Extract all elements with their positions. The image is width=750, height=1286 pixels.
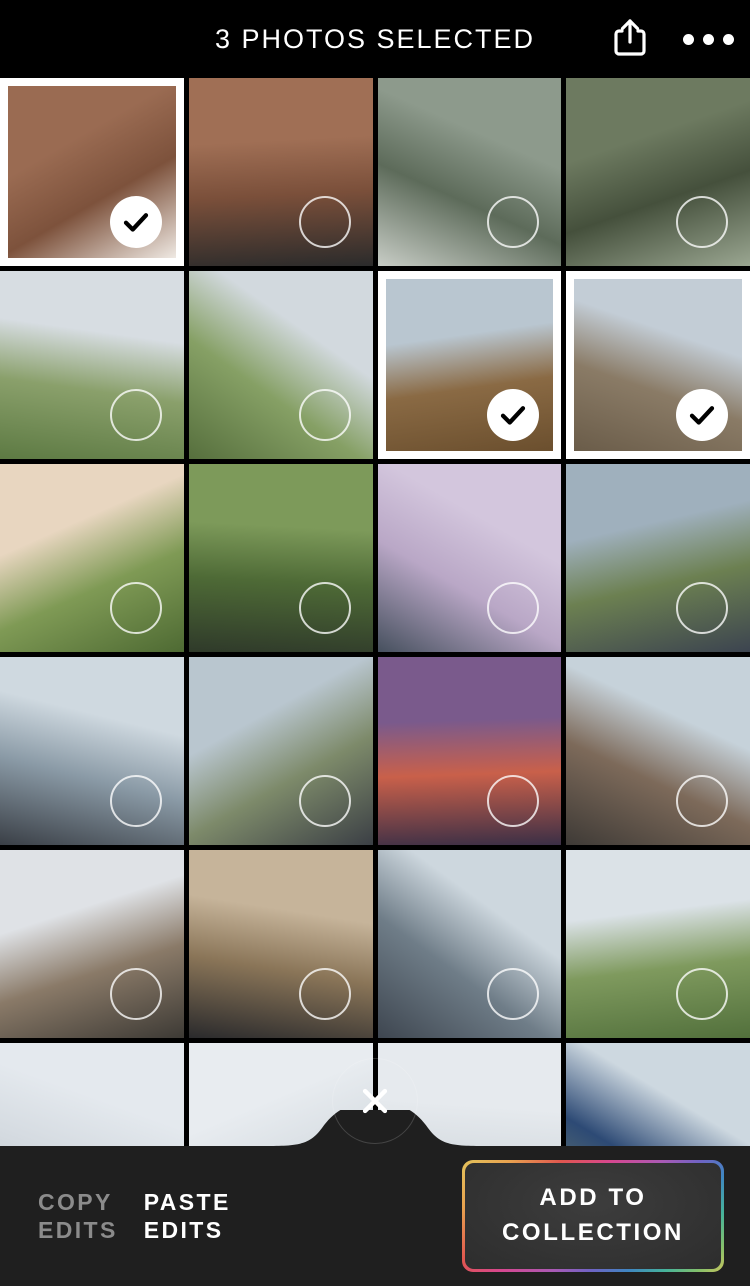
photo-thumbnail[interactable] [377,850,562,1038]
photo-thumbnail[interactable] [188,78,373,266]
add-to-collection-label-line1: ADD TO [539,1184,647,1212]
paste-edits-button[interactable]: PASTE EDITS [144,1188,231,1244]
photo-thumbnail[interactable] [0,850,184,1038]
selected-check-badge[interactable] [487,389,540,441]
bottom-bar-content: COPY EDITS PASTE EDITS ADD TO COLLECTION [0,1146,750,1286]
copy-edits-button[interactable]: COPY EDITS [38,1188,118,1244]
photo-thumbnail[interactable] [566,78,750,266]
add-to-collection-button[interactable]: ADD TO COLLECTION [462,1160,724,1272]
photo-image [377,78,562,266]
photo-thumbnail[interactable] [377,78,562,266]
photo-image [377,850,562,1038]
photo-thumbnail[interactable] [566,850,750,1038]
photo-thumbnail[interactable] [188,464,373,652]
select-toggle-circle[interactable] [298,196,351,248]
photo-thumbnail[interactable] [188,850,373,1038]
select-toggle-circle[interactable] [298,968,351,1020]
photo-thumbnail[interactable] [566,464,750,652]
select-toggle-circle[interactable] [676,968,728,1020]
select-toggle-circle[interactable] [298,775,351,827]
copy-edits-label-line2: EDITS [38,1217,118,1243]
select-toggle-circle[interactable] [676,196,728,248]
photo-thumbnail[interactable] [377,464,562,652]
photo-thumbnail[interactable] [188,657,373,845]
selected-check-badge[interactable] [676,389,728,441]
photo-thumbnail[interactable] [0,78,184,266]
close-x-icon [358,1084,392,1118]
photo-thumbnail[interactable] [188,271,373,459]
header-bar: 3 PHOTOS SELECTED [0,0,750,78]
photo-thumbnail[interactable] [0,271,184,459]
select-toggle-circle[interactable] [109,389,162,441]
add-to-collection-inner: ADD TO COLLECTION [465,1163,721,1269]
selected-check-badge[interactable] [109,196,162,248]
copy-edits-label-line1: COPY [38,1188,113,1215]
select-toggle-circle[interactable] [298,582,351,634]
close-selection-button[interactable] [332,1058,418,1144]
paste-edits-label-line2: EDITS [143,1217,224,1243]
photo-thumbnail[interactable] [377,657,562,845]
select-toggle-circle[interactable] [109,582,162,634]
select-toggle-circle[interactable] [676,775,728,827]
photo-thumbnail[interactable] [566,657,750,845]
more-options-button[interactable] [682,13,734,65]
select-toggle-circle[interactable] [676,582,728,634]
share-icon [613,17,647,62]
select-toggle-circle[interactable] [298,389,351,441]
photo-thumbnail[interactable] [566,271,750,459]
ellipsis-icon [682,33,734,45]
select-toggle-circle[interactable] [487,775,540,827]
paste-edits-label-line1: PASTE [143,1188,231,1215]
photo-image [377,464,562,652]
header-actions [604,0,734,78]
select-toggle-circle[interactable] [487,582,540,634]
photo-thumbnail[interactable] [0,464,184,652]
photo-thumbnail[interactable] [377,271,562,459]
photo-picker-screen: 3 PHOTOS SELECTED COPY EDITS PASTE EDITS… [0,0,750,1286]
select-toggle-circle[interactable] [109,775,162,827]
select-toggle-circle[interactable] [487,968,540,1020]
photo-image [377,657,562,845]
select-toggle-circle[interactable] [487,196,540,248]
photo-thumbnail[interactable] [0,657,184,845]
share-button[interactable] [604,13,656,65]
edit-actions-group: COPY EDITS PASTE EDITS [38,1188,231,1244]
select-toggle-circle[interactable] [109,968,162,1020]
add-to-collection-label-line2: COLLECTION [502,1219,684,1246]
